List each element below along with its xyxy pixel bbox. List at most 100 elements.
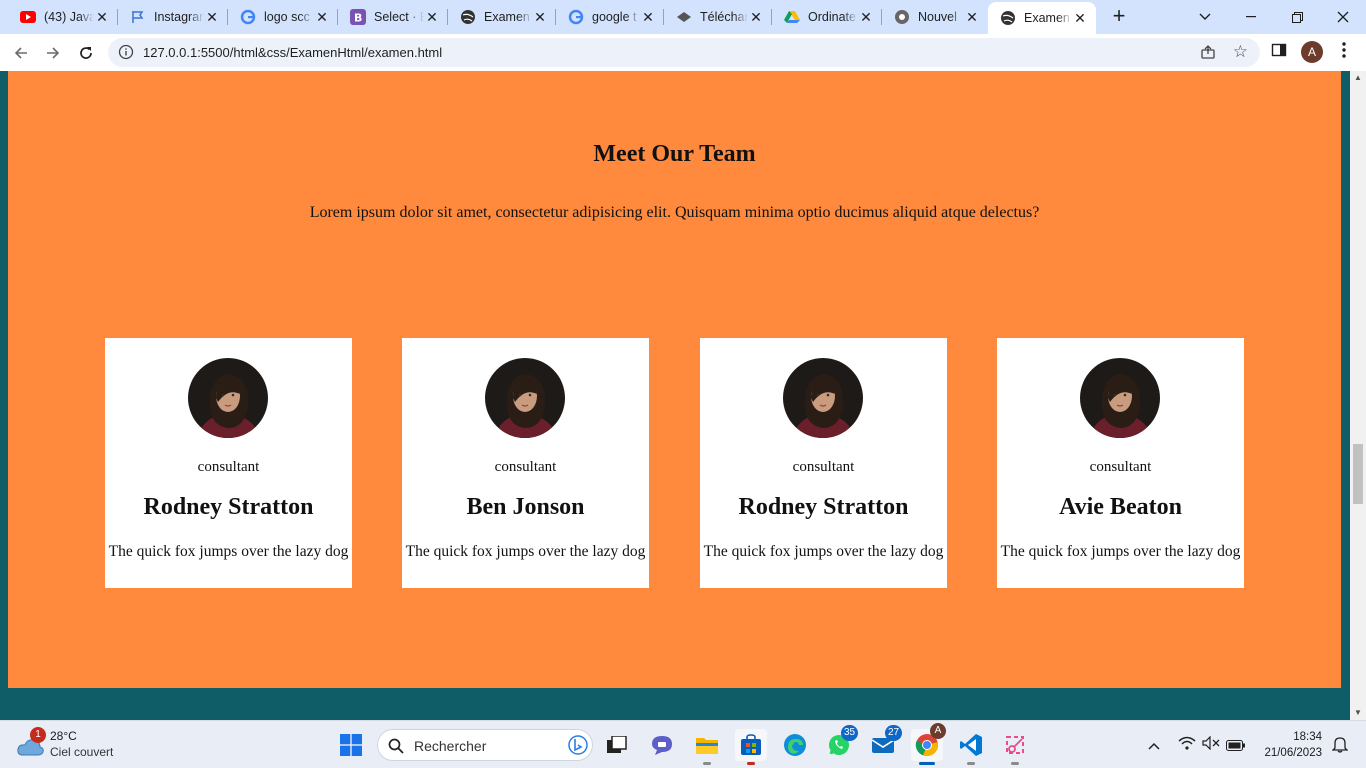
scissors-icon xyxy=(1006,736,1024,754)
restore-icon xyxy=(1291,11,1303,23)
google-icon xyxy=(240,9,256,25)
globe-icon xyxy=(1000,10,1016,26)
weather-widget[interactable]: 1 28°C Ciel couvert xyxy=(14,727,134,763)
clock[interactable]: 18:34 21/06/2023 xyxy=(1264,729,1322,761)
whatsapp-button[interactable]: 35 xyxy=(823,725,859,761)
minimize-icon xyxy=(1246,16,1256,18)
tab-title: Nouvel xyxy=(918,10,957,24)
clock-date: 21/06/2023 xyxy=(1264,747,1322,759)
task-view-icon xyxy=(607,736,627,753)
file-explorer-button[interactable] xyxy=(691,729,723,765)
tab-instagram[interactable]: Instagram ✕ xyxy=(118,0,228,34)
tab-youtube[interactable]: (43) Java ✕ xyxy=(8,0,118,34)
tab-telecharger[interactable]: Téléchar ✕ xyxy=(664,0,772,34)
scroll-up-arrow-icon[interactable]: ▲ xyxy=(1350,71,1366,85)
close-icon[interactable]: ✕ xyxy=(314,9,330,25)
close-icon[interactable]: ✕ xyxy=(640,9,656,25)
teams-chat-button[interactable] xyxy=(646,729,678,761)
running-indicator xyxy=(703,762,711,765)
close-icon[interactable]: ✕ xyxy=(532,9,548,25)
wifi-button[interactable] xyxy=(1178,736,1196,755)
scrollbar-thumb[interactable] xyxy=(1353,444,1363,504)
tab-title: (43) Java xyxy=(44,10,94,24)
edge-button[interactable] xyxy=(779,729,811,761)
back-button[interactable] xyxy=(7,39,35,67)
member-name: Rodney Stratton xyxy=(738,494,909,520)
tab-strip: (43) Java ✕ Instagram ✕ logo scc ✕ B Sel… xyxy=(0,0,1366,34)
profile-avatar[interactable]: A xyxy=(1301,41,1323,63)
running-indicator xyxy=(747,762,755,765)
menu-button[interactable] xyxy=(1336,41,1352,64)
team-section: Meet Our Team Lorem ipsum dolor sit amet… xyxy=(8,71,1341,688)
reload-icon xyxy=(80,47,92,59)
url-text[interactable]: 127.0.0.1:5500/html&css/ExamenHtml/exame… xyxy=(143,45,442,60)
bing-icon[interactable] xyxy=(568,735,588,755)
chrome-button[interactable]: A xyxy=(911,723,946,765)
close-icon[interactable]: ✕ xyxy=(1072,10,1088,26)
member-role: consultant xyxy=(792,459,855,475)
info-icon[interactable] xyxy=(118,44,134,60)
scroll-down-arrow-icon[interactable]: ▼ xyxy=(1350,706,1366,720)
tab-logo[interactable]: logo scc ✕ xyxy=(228,0,338,34)
tab-nouvel[interactable]: Nouvel ✕ xyxy=(882,0,988,34)
section-title: Meet Our Team xyxy=(593,141,756,167)
new-tab-button[interactable]: + xyxy=(1107,5,1131,29)
google-icon xyxy=(568,9,584,25)
restore-button[interactable] xyxy=(1274,0,1320,34)
notification-bell-icon xyxy=(1331,737,1349,753)
tab-google[interactable]: google t ✕ xyxy=(556,0,664,34)
side-panel-button[interactable] xyxy=(1271,42,1287,63)
snipping-tool-button[interactable] xyxy=(999,729,1031,765)
close-icon[interactable]: ✕ xyxy=(858,9,874,25)
mail-badge: 27 xyxy=(885,725,903,741)
store-button[interactable] xyxy=(735,729,767,765)
start-button[interactable] xyxy=(335,729,367,761)
chrome-profile-badge: A xyxy=(930,723,946,739)
member-bio: The quick fox jumps over the lazy dog xyxy=(1000,543,1241,560)
volume-muted-icon xyxy=(1202,735,1220,751)
bootstrap-icon: B xyxy=(350,9,366,25)
task-view-button[interactable] xyxy=(601,729,633,761)
member-name: Avie Beaton xyxy=(1059,494,1182,520)
close-icon[interactable]: ✕ xyxy=(204,9,220,25)
flag-icon xyxy=(130,9,146,25)
star-icon[interactable]: ☆ xyxy=(1233,42,1248,62)
forward-button[interactable] xyxy=(39,39,67,67)
whatsapp-badge: 35 xyxy=(841,725,859,741)
tab-examen-1[interactable]: Examen ✕ xyxy=(448,0,556,34)
address-bar[interactable]: 127.0.0.1:5500/html&css/ExamenHtml/exame… xyxy=(108,38,1260,67)
tab-bootstrap[interactable]: B Select · B ✕ xyxy=(338,0,448,34)
share-icon[interactable] xyxy=(1200,44,1216,65)
close-window-button[interactable] xyxy=(1320,0,1366,34)
tab-search-button[interactable] xyxy=(1182,0,1228,34)
section-description: Lorem ipsum dolor sit amet, consectetur … xyxy=(309,204,1040,221)
reload-button[interactable] xyxy=(72,39,100,67)
folder-icon xyxy=(696,738,718,754)
close-icon[interactable]: ✕ xyxy=(424,9,440,25)
browser-toolbar: 127.0.0.1:5500/html&css/ExamenHtml/exame… xyxy=(0,34,1366,71)
tab-title: Instagram xyxy=(154,10,204,24)
store-icon xyxy=(741,734,761,755)
close-icon[interactable]: ✕ xyxy=(964,9,980,25)
tab-examen-active[interactable]: Examen ✕ xyxy=(988,2,1096,34)
tab-title: logo scc xyxy=(264,10,310,24)
tab-title: google t xyxy=(592,10,637,24)
close-icon[interactable]: ✕ xyxy=(748,9,764,25)
member-bio: The quick fox jumps over the lazy dog xyxy=(703,543,944,560)
minimize-button[interactable] xyxy=(1228,0,1274,34)
close-icon[interactable]: ✕ xyxy=(94,9,110,25)
tab-ordinateur[interactable]: Ordinate ✕ xyxy=(772,0,882,34)
member-photo xyxy=(1080,358,1160,438)
taskbar: 1 28°C Ciel couvert Rechercher 35 27 A 1… xyxy=(0,720,1366,768)
volume-button[interactable] xyxy=(1202,735,1220,755)
tray-overflow-button[interactable] xyxy=(1148,737,1160,755)
vscode-button[interactable] xyxy=(955,729,987,765)
chevron-down-icon xyxy=(1199,13,1211,20)
mail-button[interactable]: 27 xyxy=(867,725,903,761)
page-scrollbar[interactable]: ▲ ▼ xyxy=(1350,71,1366,720)
notification-button[interactable] xyxy=(1331,735,1349,758)
battery-button[interactable] xyxy=(1226,738,1246,756)
running-indicator xyxy=(967,762,975,765)
taskbar-search[interactable]: Rechercher xyxy=(377,729,593,761)
chat-icon xyxy=(652,736,672,755)
